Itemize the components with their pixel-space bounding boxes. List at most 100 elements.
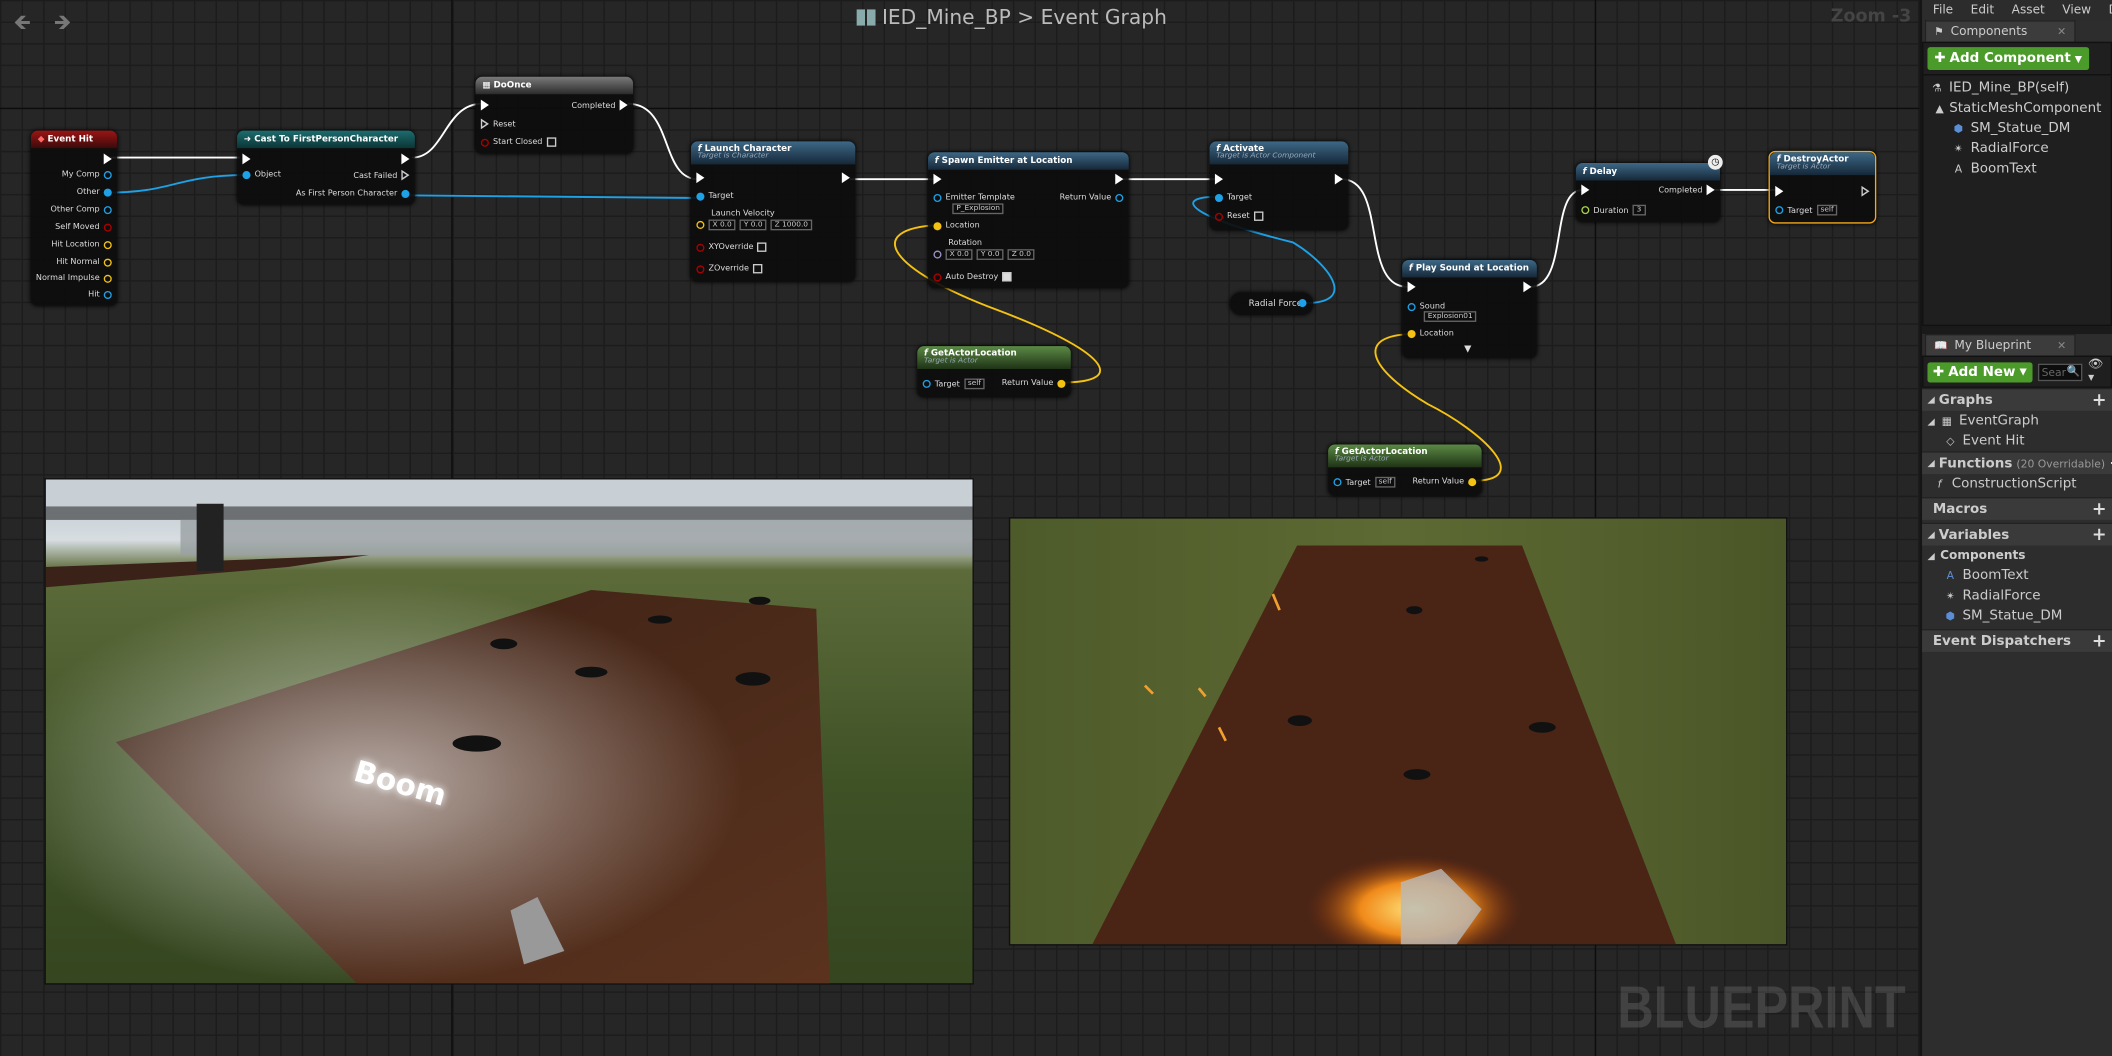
- pin-icon[interactable]: [696, 191, 705, 201]
- pin-icon[interactable]: [1407, 329, 1416, 338]
- eye-icon[interactable]: 👁▾: [2088, 358, 2106, 385]
- close-icon[interactable]: ✕: [2057, 26, 2066, 38]
- exec-out-pin[interactable]: [401, 153, 410, 165]
- exec-in-pin[interactable]: [242, 153, 251, 165]
- rotation-z[interactable]: Z 0.0: [1007, 249, 1035, 260]
- menu-file[interactable]: File: [1933, 3, 1953, 16]
- pin-icon[interactable]: [401, 189, 410, 198]
- tab-components[interactable]: ⚑ Components ✕: [1924, 20, 2076, 42]
- pin-icon[interactable]: [1214, 212, 1224, 221]
- launch-velocity-x[interactable]: X 0.0: [708, 219, 736, 231]
- exec-in-pin[interactable]: [480, 118, 489, 130]
- exec-out-pin[interactable]: [1334, 173, 1343, 185]
- variables-header[interactable]: ◢ Variables +: [1922, 522, 2112, 546]
- graph-item-event-hit[interactable]: ◇ Event Hit: [1922, 431, 2112, 451]
- exec-out-pin[interactable]: [401, 169, 410, 181]
- add-graph-icon[interactable]: +: [2092, 390, 2107, 410]
- doonce-node[interactable]: ▦ DoOnce Completed Reset Start Closed: [475, 76, 634, 154]
- checkbox[interactable]: [757, 242, 767, 252]
- target-field[interactable]: self: [963, 378, 985, 390]
- menu-edit[interactable]: Edit: [1971, 3, 1994, 16]
- pin-icon[interactable]: [1581, 206, 1590, 215]
- exec-out-pin[interactable]: [103, 153, 112, 165]
- close-icon[interactable]: ✕: [2057, 339, 2066, 351]
- exec-out-pin[interactable]: [1523, 281, 1532, 293]
- tab-my-blueprint[interactable]: 📖 My Blueprint ✕: [1924, 334, 2076, 356]
- get-actor-location-node[interactable]: f GetActorLocation Target is Actor Target…: [1328, 444, 1482, 496]
- pin-icon[interactable]: [103, 187, 112, 196]
- duration-field[interactable]: 3: [1632, 204, 1646, 216]
- pin-icon[interactable]: [696, 220, 705, 229]
- exec-out-pin[interactable]: [841, 172, 850, 184]
- variables-components-group[interactable]: ◢ Components: [1922, 546, 2112, 566]
- add-component-button[interactable]: ✚ Add Component ▼: [1927, 47, 2089, 71]
- pin-icon[interactable]: [103, 205, 112, 214]
- launch-velocity-y[interactable]: Y 0.0: [739, 219, 767, 231]
- variable-item-radialforce[interactable]: ✴ RadialForce: [1922, 586, 2112, 606]
- pin-icon[interactable]: [242, 170, 251, 179]
- pin-icon[interactable]: [1057, 379, 1066, 388]
- pin-icon[interactable]: [1333, 478, 1342, 487]
- exec-in-pin[interactable]: [1581, 184, 1590, 196]
- add-new-button[interactable]: ✚ Add New ▼: [1927, 361, 2033, 382]
- functions-header[interactable]: ◢Functions(20 Overridable)+: [1922, 451, 2112, 475]
- checkbox[interactable]: [1253, 211, 1264, 221]
- exec-in-pin[interactable]: [1407, 281, 1416, 293]
- pin-icon[interactable]: [933, 272, 942, 281]
- exec-out-pin[interactable]: [1706, 184, 1715, 196]
- menu-asset[interactable]: Asset: [2012, 3, 2045, 16]
- search-input[interactable]: Sear 🔍: [2037, 363, 2083, 381]
- event-graph-canvas[interactable]: 🡸 🡺 IED_Mine_BP > Event Graph Zoom -3 ◆ …: [0, 0, 1920, 1056]
- event-hit-node[interactable]: ◆ Event Hit My Comp Other Other Comp Sel…: [30, 130, 118, 306]
- menu-debug[interactable]: D: [2109, 3, 2112, 16]
- pin-icon[interactable]: [1407, 302, 1416, 311]
- exec-out-pin[interactable]: [619, 99, 628, 111]
- exec-in-pin[interactable]: [1214, 173, 1224, 185]
- add-variable-icon[interactable]: +: [2092, 525, 2107, 545]
- sound-dropdown[interactable]: Explosion01: [1423, 311, 1477, 322]
- pin-icon[interactable]: [1115, 193, 1124, 202]
- pin-icon[interactable]: [103, 170, 112, 179]
- add-dispatcher-icon[interactable]: +: [2092, 631, 2107, 651]
- event-dispatchers-header[interactable]: Event Dispatchers +: [1922, 629, 2112, 652]
- pin-icon[interactable]: [933, 193, 942, 202]
- pin-icon[interactable]: [103, 222, 112, 232]
- cast-node[interactable]: ➜ Cast To FirstPersonCharacter Object Ca…: [237, 130, 415, 205]
- component-item-statue[interactable]: ⬢ SM_Statue_DM: [1927, 119, 2106, 139]
- launch-velocity-z[interactable]: Z 1000.0: [770, 219, 813, 231]
- pin-icon[interactable]: [1775, 206, 1784, 215]
- pin-icon[interactable]: [103, 257, 112, 267]
- add-macro-icon[interactable]: +: [2092, 499, 2107, 519]
- activate-node[interactable]: f Activate Target is Actor Component Targ…: [1209, 141, 1349, 231]
- get-actor-location-node[interactable]: f GetActorLocation Target is Actor Target…: [917, 346, 1071, 398]
- destroy-actor-node[interactable]: f DestroyActor Target is Actor Target self: [1768, 150, 1877, 224]
- launch-character-node[interactable]: f Launch Character Target is Character Ta…: [690, 141, 856, 282]
- pin-icon[interactable]: [1468, 477, 1477, 486]
- pin-icon[interactable]: [1298, 299, 1307, 308]
- pin-icon[interactable]: [1214, 193, 1224, 202]
- function-item-construction[interactable]: f ConstructionScript: [1922, 474, 2112, 494]
- variable-item-boomtext[interactable]: A BoomText: [1922, 566, 2112, 586]
- component-item-staticmesh[interactable]: ▲ StaticMeshComponent (Inhe: [1927, 98, 2107, 118]
- component-item-radialforce[interactable]: ✴ RadialForce: [1927, 139, 2106, 159]
- expand-arrow-icon[interactable]: ▼: [1464, 343, 1471, 354]
- checkbox[interactable]: [546, 137, 556, 147]
- checkbox[interactable]: [753, 264, 763, 274]
- rotation-y[interactable]: Y 0.0: [976, 249, 1004, 260]
- radial-force-variable-node[interactable]: Radial Force: [1229, 292, 1314, 316]
- pin-icon[interactable]: [933, 221, 942, 230]
- play-sound-node[interactable]: f Play Sound at Location Sound Explosion…: [1402, 259, 1537, 359]
- pin-icon[interactable]: [103, 290, 112, 299]
- exec-in-pin[interactable]: [1775, 185, 1784, 197]
- rotation-x[interactable]: X 0.0: [945, 249, 973, 260]
- checkbox[interactable]: [1002, 272, 1012, 282]
- exec-in-pin[interactable]: [696, 172, 705, 184]
- exec-out-pin[interactable]: [1115, 173, 1124, 185]
- graph-item-eventgraph[interactable]: ◢ ▦ EventGraph: [1922, 411, 2112, 431]
- delay-node[interactable]: f Delay ◷ Completed Duration 3: [1575, 154, 1723, 223]
- pin-icon[interactable]: [480, 138, 489, 147]
- pin-icon[interactable]: [696, 243, 705, 252]
- pin-icon[interactable]: [933, 250, 942, 259]
- exec-in-pin[interactable]: [480, 99, 489, 111]
- component-item-boomtext[interactable]: A BoomText: [1927, 159, 2106, 179]
